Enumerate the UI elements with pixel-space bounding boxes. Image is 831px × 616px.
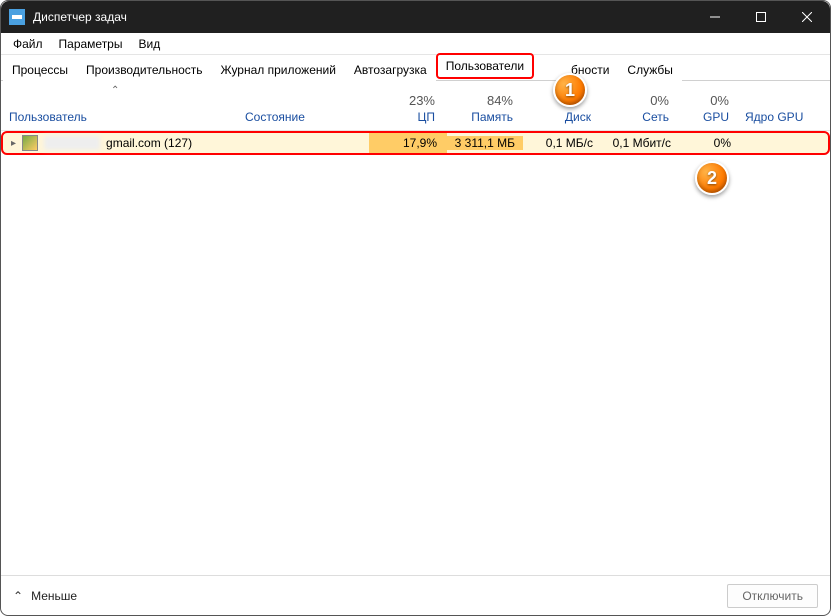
tabs: Процессы Производительность Журнал прило… xyxy=(1,55,830,81)
annotation-badge-2: 2 xyxy=(695,161,729,195)
header-state[interactable]: Состояние xyxy=(237,81,367,130)
disk-pct-obscured xyxy=(587,93,591,108)
tab-users[interactable]: Пользователи xyxy=(436,53,534,79)
titlebar: Диспетчер задач xyxy=(1,1,830,33)
menu-file[interactable]: Файл xyxy=(5,35,51,53)
header-network[interactable]: 0%Сеть xyxy=(599,81,677,130)
tab-startup[interactable]: Автозагрузка xyxy=(345,58,436,81)
cell-gpu: 0% xyxy=(679,136,739,150)
header-gpu[interactable]: 0%GPU xyxy=(677,81,737,130)
footer: ⌃ Меньше Отключить xyxy=(1,575,830,615)
header-memory[interactable]: 84%Память xyxy=(443,81,521,130)
user-suffix: gmail.com (127) xyxy=(106,136,192,150)
username-blurred xyxy=(44,136,100,150)
tab-services[interactable]: Службы xyxy=(618,58,681,81)
tab-performance[interactable]: Производительность xyxy=(77,58,211,81)
menu-view[interactable]: Вид xyxy=(130,35,168,53)
tab-app-history[interactable]: Журнал приложений xyxy=(212,58,345,81)
chevron-up-icon: ⌃ xyxy=(13,589,23,603)
expand-chevron-icon[interactable]: ▸ xyxy=(11,138,16,149)
cell-cpu: 17,9% xyxy=(369,136,445,150)
table-area: ⌃ Пользователь Состояние 23%ЦП 84%Память… xyxy=(1,81,830,155)
menu-options[interactable]: Параметры xyxy=(51,35,131,53)
cell-disk: 0,1 МБ/с xyxy=(523,136,601,150)
disconnect-button[interactable]: Отключить xyxy=(727,584,818,608)
user-row[interactable]: ▸ gmail.com (127) 17,9% 3 311,1 МБ 0,1 М… xyxy=(1,131,830,155)
annotation-badge-1: 1 xyxy=(553,73,587,107)
user-avatar-icon xyxy=(22,135,38,151)
minimize-button[interactable] xyxy=(692,1,738,33)
window-controls xyxy=(692,1,830,33)
cell-network: 0,1 Мбит/с xyxy=(601,136,679,150)
fewer-details-link[interactable]: ⌃ Меньше xyxy=(13,589,77,603)
header-user[interactable]: ⌃ Пользователь xyxy=(1,81,237,130)
column-headers: ⌃ Пользователь Состояние 23%ЦП 84%Память… xyxy=(1,81,830,131)
cell-memory: 3 311,1 МБ xyxy=(445,136,523,150)
sort-indicator-icon: ⌃ xyxy=(111,85,119,96)
menubar: Файл Параметры Вид xyxy=(1,33,830,55)
window-title: Диспетчер задач xyxy=(33,10,692,24)
maximize-button[interactable] xyxy=(738,1,784,33)
app-icon xyxy=(9,9,25,25)
tab-processes[interactable]: Процессы xyxy=(3,58,77,81)
close-button[interactable] xyxy=(784,1,830,33)
header-gpu-core[interactable]: Ядро GPU xyxy=(737,81,830,130)
cell-user: ▸ gmail.com (127) xyxy=(3,135,239,151)
header-cpu[interactable]: 23%ЦП xyxy=(367,81,443,130)
